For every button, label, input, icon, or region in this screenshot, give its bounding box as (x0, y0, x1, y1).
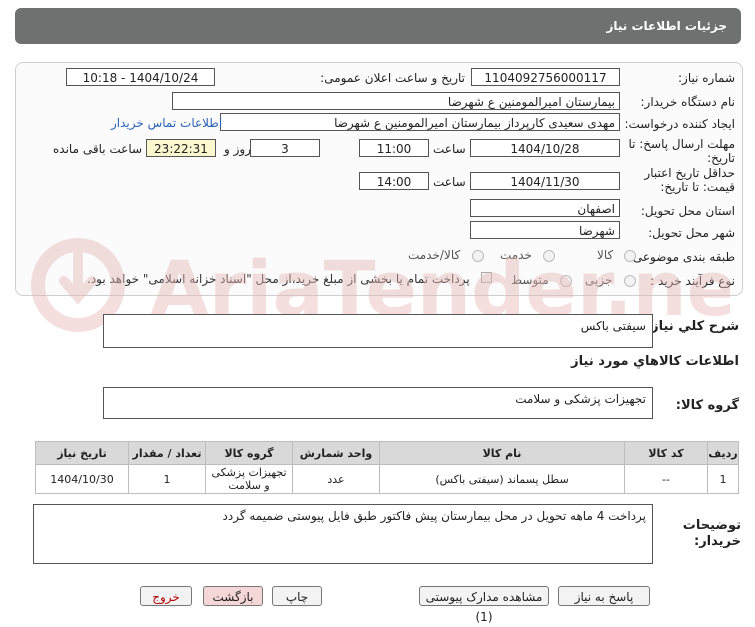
buyer-contact-link[interactable]: اطلاعات تماس خریدار (111, 116, 222, 130)
deadline-date-field[interactable]: 1404/10/28 (470, 139, 620, 157)
announce-date-label: تاریخ و ساعت اعلان عمومی: (320, 71, 465, 85)
col-need-date: تاریخ نیاز (35, 441, 129, 465)
cell-need-date: 1404/10/30 (35, 464, 129, 494)
city-field[interactable]: شهرضا (470, 221, 620, 239)
col-code: کد کالا (624, 441, 708, 465)
province-label: استان محل تحویل: (640, 204, 735, 218)
purchase-option-minor: جزیی (585, 273, 613, 287)
validity-date-field[interactable]: 1404/11/30 (470, 172, 620, 190)
purchase-radio-medium[interactable] (560, 275, 572, 287)
cell-code: -- (624, 464, 708, 494)
validity-time-field[interactable]: 14:00 (359, 172, 429, 190)
remaining-time-field: 23:22:31 (146, 139, 216, 157)
need-number-field[interactable]: 1104092756000117 (471, 68, 620, 86)
print-button[interactable]: چاپ (272, 586, 322, 606)
purchase-type-label: نوع فرآیند خرید : (650, 274, 735, 288)
purchase-option-medium: متوسط (511, 273, 549, 287)
deadline-time-label: ساعت (433, 142, 466, 156)
category-radio-goods-service[interactable] (472, 250, 484, 262)
col-group: گروه کالا (205, 441, 293, 465)
buyer-notes-label: توضیحات خریدار: (682, 518, 741, 549)
need-number-label: شماره نیاز: (678, 71, 735, 85)
treasury-payment-note: پرداخت تمام یا بخشی از مبلغ خرید،از محل … (87, 272, 470, 286)
exit-button[interactable]: خروج (140, 586, 192, 606)
treasury-checkbox[interactable] (481, 272, 492, 283)
col-unit: واحد شمارش (292, 441, 380, 465)
days-remaining-field[interactable]: 3 (250, 139, 320, 157)
category-radio-service[interactable] (543, 250, 555, 262)
goods-group-field[interactable]: تجهیزات پزشکی و سلامت (103, 387, 653, 419)
validity-time-label: ساعت (433, 175, 466, 189)
buyer-label: نام دستگاه خریدار: (640, 95, 736, 109)
cell-group: تجهیزات پزشکی و سلامت (205, 464, 293, 494)
col-name: نام کالا (379, 441, 625, 465)
back-button[interactable]: بازگشت (203, 586, 263, 606)
days-label: روز و (224, 142, 251, 156)
category-option-goods: کالا (597, 248, 614, 262)
deadline-time-field[interactable]: 11:00 (359, 139, 429, 157)
city-label: شهر محل تحویل: (648, 226, 735, 240)
remaining-time-label: ساعت باقی مانده (53, 142, 143, 156)
cell-row: 1 (707, 464, 739, 494)
validity-label: حداقل تاریخ اعتبار قیمت: تا تاریخ: (644, 166, 735, 194)
deadline-label: مهلت ارسال پاسخ: تا تاریخ: (628, 137, 735, 165)
creator-label: ایجاد کننده درخواست: (624, 117, 735, 131)
cell-unit: عدد (292, 464, 380, 494)
col-row: ردیف (707, 441, 739, 465)
col-quantity: تعداد / مقدار (128, 441, 206, 465)
category-option-service: خدمت (500, 248, 532, 262)
table-row[interactable]: 1 -- سطل پسماند (سیفتی باکس) عدد تجهیزات… (35, 464, 739, 494)
cell-name: سطل پسماند (سیفتی باکس) (379, 464, 625, 494)
general-description-field[interactable]: سیفتی باکس (103, 314, 653, 348)
buyer-notes-field[interactable]: پرداخت 4 ماهه تحویل در محل بیمارستان پیش… (33, 504, 653, 564)
creator-field[interactable]: مهدی سعیدی کارپرداز بیمارستان امیرالمومن… (220, 113, 620, 131)
page-title: جزئیات اطلاعات نیاز (606, 19, 727, 33)
purchase-radio-minor[interactable] (624, 275, 636, 287)
goods-info-heading: اطلاعات کالاهاي مورد نياز (571, 354, 739, 369)
announce-date-field[interactable]: 1404/10/24 - 10:18 (66, 68, 215, 86)
category-option-goods-service: کالا/خدمت (408, 248, 461, 262)
reply-button[interactable]: پاسخ به نیاز (558, 586, 650, 606)
goods-group-label: گروه کالا: (675, 398, 739, 413)
province-field[interactable]: اصفهان (470, 199, 620, 217)
goods-table-header: ردیف کد کالا نام کالا واحد شمارش گروه کا… (35, 441, 739, 465)
cell-quantity: 1 (128, 464, 206, 494)
page-header: جزئیات اطلاعات نیاز (15, 8, 741, 44)
category-label: طبقه بندی موضوعی: (628, 250, 735, 264)
buyer-field[interactable]: بیمارستان امیرالمومنین ع شهرضا (172, 92, 620, 110)
general-description-label: شرح کلي نياز: (645, 319, 739, 334)
view-attachments-button[interactable]: مشاهده مدارک پیوستی (1) (419, 586, 549, 624)
category-radio-goods[interactable] (624, 250, 636, 262)
goods-table: ردیف کد کالا نام کالا واحد شمارش گروه کا… (35, 441, 739, 494)
